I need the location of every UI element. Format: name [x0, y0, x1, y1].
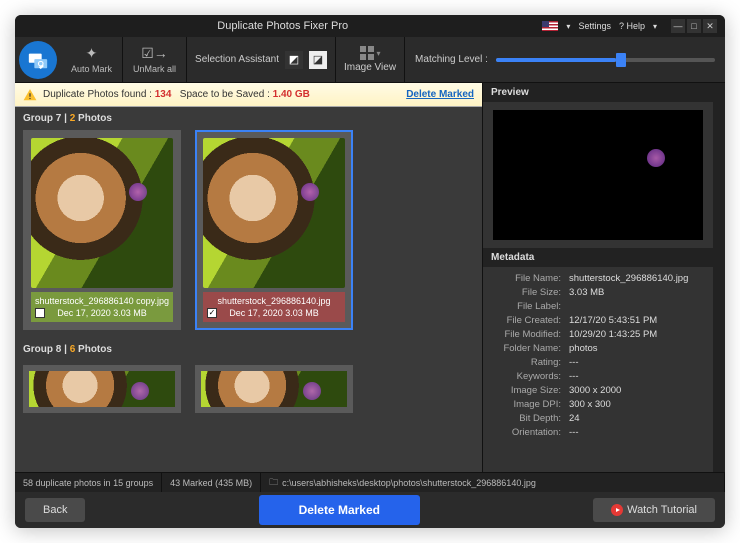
- metadata-table: File Name:shutterstock_296886140.jpgFile…: [483, 267, 713, 472]
- invert-selection-button[interactable]: ◩: [285, 51, 303, 69]
- back-button[interactable]: Back: [25, 498, 85, 522]
- metadata-row: File Size:3.03 MB: [491, 285, 705, 299]
- close-button[interactable]: ✕: [703, 19, 717, 33]
- thumbnail-image: [203, 138, 345, 288]
- settings-link[interactable]: Settings: [578, 21, 611, 31]
- main-panel: Duplicate Photos found : 134 Space to be…: [15, 83, 483, 472]
- photo-card-selected[interactable]: ✓ shutterstock_296886140.jpg Dec 17, 202…: [195, 130, 353, 330]
- side-panel: Preview Metadata File Name:shutterstock_…: [483, 83, 713, 472]
- metadata-row: Image Size:3000 x 2000: [491, 383, 705, 397]
- folder-icon: 🗀: [269, 475, 278, 491]
- footer: Back Delete Marked Watch Tutorial: [15, 492, 725, 528]
- toolbar: ✦ Auto Mark ☑→ UnMark all Selection Assi…: [15, 37, 725, 83]
- unmark-all-button[interactable]: ☑→ UnMark all: [123, 37, 187, 82]
- group-8-header: Group 8 | 6 Photos: [23, 338, 482, 361]
- thumbnail-image: [31, 138, 173, 288]
- watch-tutorial-button[interactable]: Watch Tutorial: [593, 498, 715, 522]
- scrollbar[interactable]: [713, 83, 725, 472]
- preview-area: [483, 102, 713, 248]
- metadata-header: Metadata: [483, 248, 713, 267]
- minimize-button[interactable]: —: [671, 19, 685, 33]
- titlebar: Duplicate Photos Fixer Pro ▾ Settings ? …: [15, 15, 725, 37]
- metadata-row: Orientation:---: [491, 425, 705, 439]
- matching-slider[interactable]: [496, 58, 715, 62]
- play-icon: [611, 504, 623, 516]
- automark-button[interactable]: ✦ Auto Mark: [61, 37, 123, 82]
- metadata-row: Bit Depth:24: [491, 411, 705, 425]
- app-logo-icon: [19, 41, 57, 79]
- photo-card[interactable]: [23, 365, 181, 413]
- status-count: 58 duplicate photos in 15 groups: [15, 473, 162, 492]
- uncheck-icon: ☑→: [141, 45, 168, 62]
- warning-icon: [23, 88, 37, 102]
- maximize-button[interactable]: □: [687, 19, 701, 33]
- titlebar-right: ▾ Settings ? Help▾ — □ ✕: [542, 19, 717, 33]
- photo-card[interactable]: [195, 365, 353, 413]
- delete-marked-button[interactable]: Delete Marked: [259, 495, 420, 525]
- checkbox[interactable]: [35, 308, 45, 318]
- info-bar: Duplicate Photos found : 134 Space to be…: [15, 83, 482, 107]
- groups-area: Group 7 | 2 Photos shutterstock_29688614…: [15, 107, 482, 472]
- photo-card[interactable]: shutterstock_296886140 copy.jpg Dec 17, …: [23, 130, 181, 330]
- caption-marked: ✓ shutterstock_296886140.jpg Dec 17, 202…: [203, 292, 345, 322]
- image-view-toggle[interactable]: ▾ Image View: [336, 37, 405, 82]
- status-bar: 58 duplicate photos in 15 groups 43 Mark…: [15, 472, 725, 492]
- app-title: Duplicate Photos Fixer Pro: [23, 20, 542, 32]
- selection-tool-button[interactable]: ◪: [309, 51, 327, 69]
- metadata-row: File Label:: [491, 299, 705, 313]
- matching-level: Matching Level :: [405, 37, 725, 82]
- flag-icon[interactable]: [542, 21, 558, 31]
- group-7-header: Group 7 | 2 Photos: [23, 107, 482, 130]
- app-window: Duplicate Photos Fixer Pro ▾ Settings ? …: [15, 15, 725, 528]
- metadata-row: Folder Name:photos: [491, 341, 705, 355]
- metadata-row: File Name:shutterstock_296886140.jpg: [491, 271, 705, 285]
- space-saved: 1.40 GB: [273, 89, 310, 100]
- metadata-row: File Modified:10/29/20 1:43:25 PM: [491, 327, 705, 341]
- help-link[interactable]: ? Help: [619, 21, 645, 31]
- metadata-row: File Created:12/17/20 5:43:51 PM: [491, 313, 705, 327]
- metadata-row: Rating:---: [491, 355, 705, 369]
- status-marked: 43 Marked (435 MB): [162, 473, 261, 492]
- delete-marked-link[interactable]: Delete Marked: [406, 89, 474, 100]
- metadata-row: Image DPI:300 x 300: [491, 397, 705, 411]
- checkbox-checked[interactable]: ✓: [207, 308, 217, 318]
- selection-assistant: Selection Assistant ◩ ◪: [187, 37, 336, 82]
- caption-keep: shutterstock_296886140 copy.jpg Dec 17, …: [31, 292, 173, 322]
- found-count: 134: [155, 89, 172, 100]
- wand-icon: ✦: [86, 45, 98, 62]
- metadata-row: Keywords:---: [491, 369, 705, 383]
- preview-image: [493, 110, 703, 240]
- preview-header: Preview: [483, 83, 713, 102]
- status-path: 🗀c:\users\abhisheks\desktop\photos\shutt…: [261, 473, 725, 492]
